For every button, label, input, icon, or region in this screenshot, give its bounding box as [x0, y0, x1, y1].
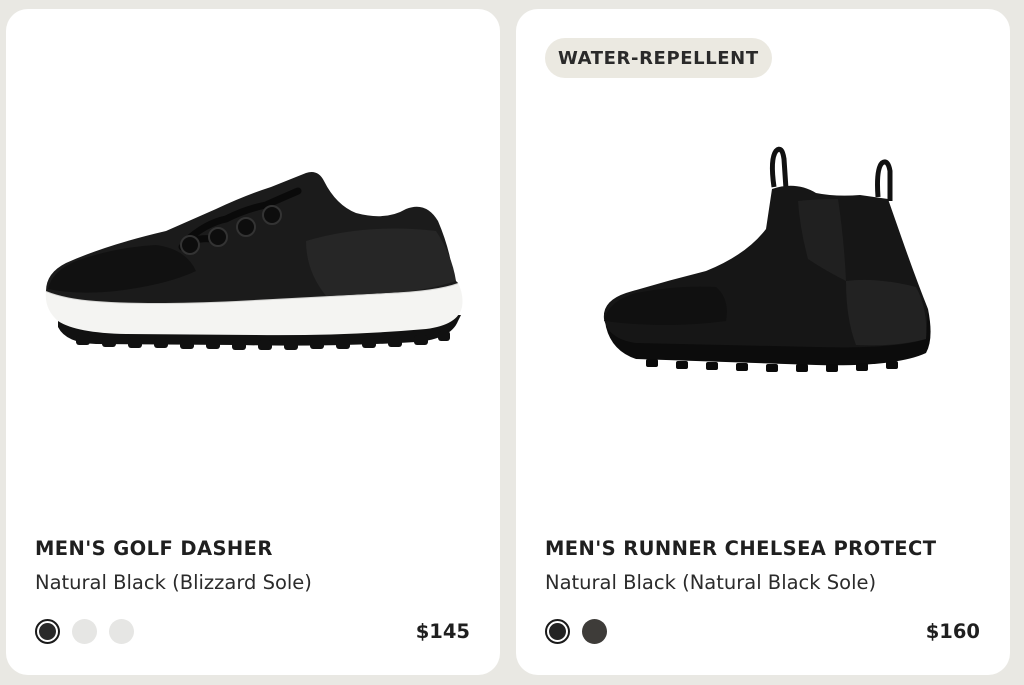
product-grid: MEN'S GOLF DASHER Natural Black (Blizzar…	[0, 0, 1024, 685]
color-swatches	[545, 618, 607, 644]
color-swatch-selected[interactable]	[35, 618, 60, 644]
water-repellent-badge: WATER-REPELLENT	[545, 38, 772, 78]
product-price: $160	[925, 619, 980, 643]
color-swatch[interactable]	[109, 618, 134, 644]
golf-shoe-image[interactable]	[6, 9, 500, 509]
product-name[interactable]: MEN'S GOLF DASHER	[35, 534, 470, 564]
color-swatch-selected[interactable]	[545, 618, 570, 644]
color-swatches	[35, 618, 134, 644]
product-price: $145	[415, 619, 470, 643]
chelsea-boot-image[interactable]	[516, 9, 1010, 509]
product-name[interactable]: MEN'S RUNNER CHELSEA PROTECT	[545, 534, 980, 564]
product-colorway: Natural Black (Natural Black Sole)	[545, 571, 877, 594]
color-swatch[interactable]	[582, 618, 607, 644]
color-swatch[interactable]	[72, 618, 97, 644]
product-colorway: Natural Black (Blizzard Sole)	[35, 571, 312, 594]
product-card-runner-chelsea-protect[interactable]: WATER-REPELLENT MEN'S RUNNER CHELSEA PRO…	[516, 9, 1010, 675]
product-card-golf-dasher[interactable]: MEN'S GOLF DASHER Natural Black (Blizzar…	[6, 9, 500, 675]
